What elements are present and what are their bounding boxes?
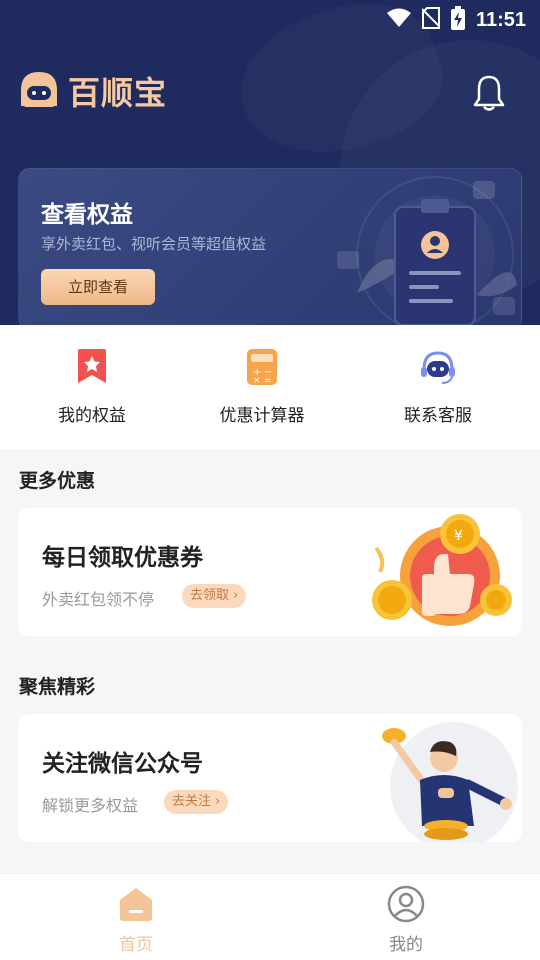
bottom-tab-bar: 首页 我的 bbox=[0, 873, 540, 960]
wechat-follow-subtitle: 解锁更多权益 bbox=[42, 796, 139, 815]
follow-button[interactable]: 去关注 › bbox=[164, 790, 229, 814]
wechat-follow-title: 关注微信公众号 bbox=[42, 751, 203, 777]
svg-text:×: × bbox=[253, 376, 261, 386]
customer-service-label: 联系客服 bbox=[404, 406, 472, 426]
benefit-card[interactable]: 查看权益 享外卖红包、视听会员等超值权益 立即查看 bbox=[18, 168, 522, 330]
app-logo: 百顺宝 bbox=[18, 68, 167, 114]
quick-actions: 我的权益 + − × = 优惠计算器 联系客服 bbox=[0, 325, 540, 449]
discount-calculator-label: 优惠计算器 bbox=[219, 406, 305, 426]
robot-logo-icon bbox=[18, 68, 60, 114]
svg-text:=: = bbox=[264, 376, 272, 386]
profile-icon bbox=[346, 884, 466, 928]
discount-calculator-button[interactable]: + − × = 优惠计算器 bbox=[182, 347, 342, 426]
daily-coupon-title: 每日领取优惠券 bbox=[42, 545, 203, 571]
no-sim-icon bbox=[421, 7, 441, 33]
main-content: 我的权益 + − × = 优惠计算器 联系客服 更多优惠 每日领取优惠券 外卖红… bbox=[0, 325, 540, 873]
benefit-subtitle: 享外卖红包、视听会员等超值权益 bbox=[41, 235, 267, 253]
person-cheering-illustration-icon bbox=[364, 714, 522, 842]
app-name: 百顺宝 bbox=[68, 74, 168, 112]
daily-coupon-card[interactable]: 每日领取优惠券 外卖红包领不停 去领取 › ¥ bbox=[18, 508, 522, 636]
notification-button[interactable] bbox=[472, 74, 506, 116]
my-benefits-button[interactable]: 我的权益 bbox=[12, 347, 172, 426]
my-benefits-label: 我的权益 bbox=[58, 406, 126, 426]
svg-text:¥: ¥ bbox=[454, 528, 463, 544]
status-bar: 11:51 bbox=[0, 0, 540, 38]
claim-coupon-button[interactable]: 去领取 › bbox=[182, 584, 247, 608]
benefit-title: 查看权益 bbox=[41, 202, 133, 228]
more-deals-title: 更多优惠 bbox=[19, 470, 96, 492]
status-time: 11:51 bbox=[475, 8, 526, 31]
home-icon bbox=[76, 884, 196, 928]
bell-icon bbox=[472, 75, 506, 116]
featured-title: 聚焦精彩 bbox=[19, 676, 96, 698]
daily-coupon-subtitle: 外卖红包领不停 bbox=[42, 590, 155, 609]
tab-home[interactable]: 首页 bbox=[76, 884, 196, 955]
calculator-icon: + − × = bbox=[182, 347, 342, 391]
customer-service-button[interactable]: 联系客服 bbox=[358, 347, 518, 426]
coin-thumbs-up-illustration-icon: ¥ bbox=[364, 508, 522, 636]
wechat-follow-card[interactable]: 关注微信公众号 解锁更多权益 去关注 › bbox=[18, 714, 522, 842]
view-now-button[interactable]: 立即查看 bbox=[41, 269, 155, 305]
wifi-icon bbox=[386, 8, 412, 32]
tab-home-label: 首页 bbox=[119, 935, 153, 955]
tab-profile-label: 我的 bbox=[389, 935, 423, 955]
clipboard-illustration-icon bbox=[337, 175, 517, 329]
star-bookmark-icon bbox=[12, 347, 172, 391]
tab-profile[interactable]: 我的 bbox=[346, 884, 466, 955]
battery-charging-icon bbox=[450, 6, 466, 34]
customer-service-icon bbox=[358, 347, 518, 391]
